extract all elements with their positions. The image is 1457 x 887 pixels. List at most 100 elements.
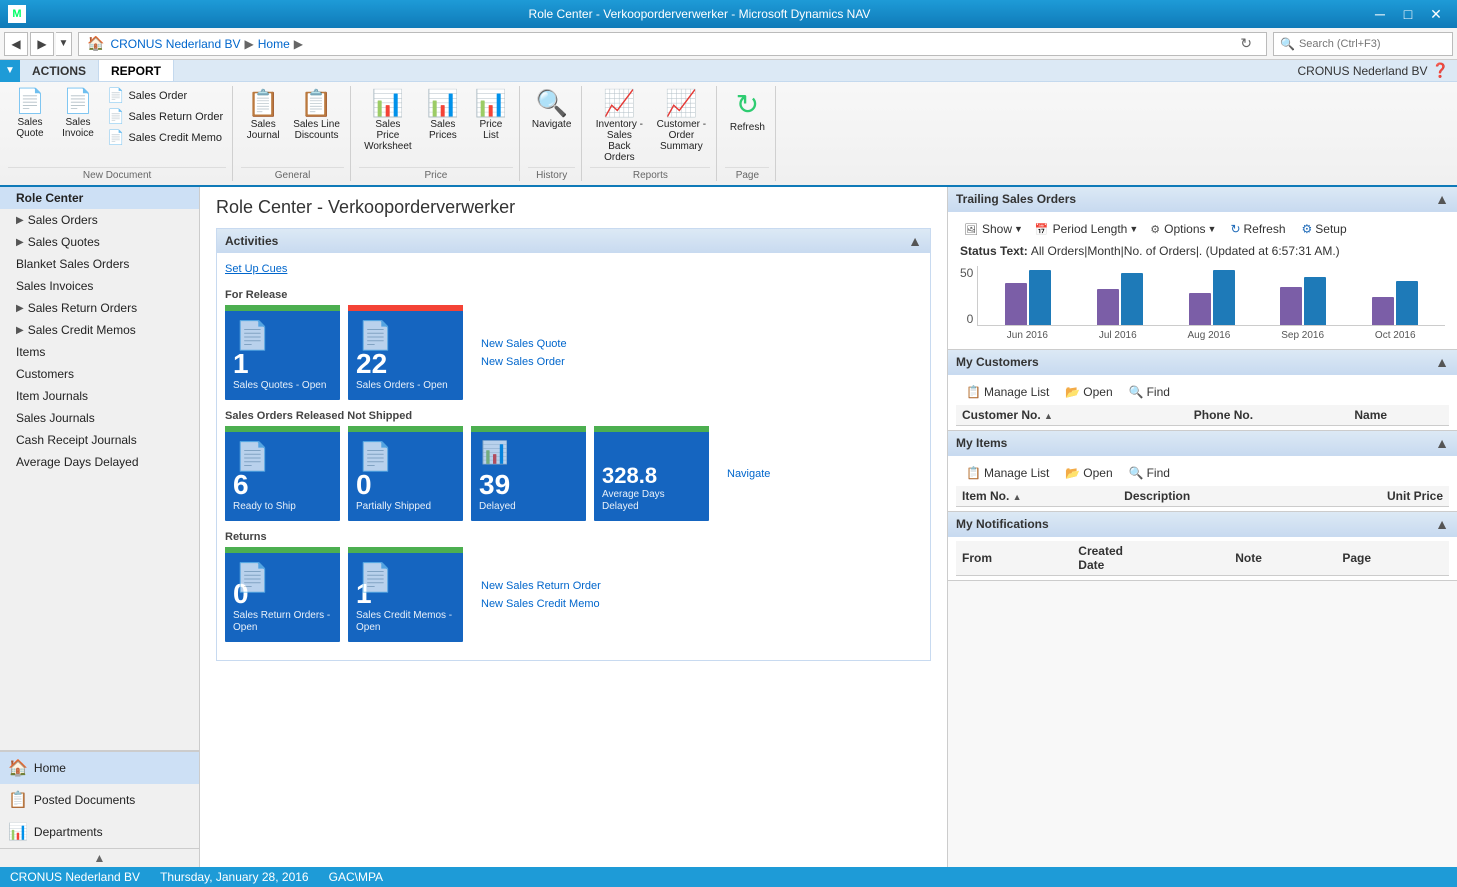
new-sales-order-link[interactable]: New Sales Order bbox=[481, 356, 567, 368]
sidebar-item-item-journals[interactable]: Item Journals bbox=[0, 385, 199, 407]
sidebar-item-customers[interactable]: Customers bbox=[0, 363, 199, 385]
ribbon-btn-sales-quote[interactable]: 📄 SalesQuote bbox=[8, 86, 52, 141]
address-crumb-home[interactable]: Home bbox=[258, 37, 290, 51]
sidebar-item-items[interactable]: Items bbox=[0, 341, 199, 363]
activities-section-header[interactable]: Activities ▲ bbox=[217, 229, 930, 253]
items-col-no[interactable]: Item No. ▲ bbox=[956, 486, 1118, 507]
main-layout: Role Center ▶Sales Orders ▶Sales Quotes … bbox=[0, 187, 1457, 867]
chart-label-jun: Jun 2016 bbox=[1007, 330, 1048, 341]
customers-manage-list-button[interactable]: 📋 Manage List bbox=[960, 383, 1055, 401]
sidebar-item-sales-orders[interactable]: ▶Sales Orders bbox=[0, 209, 199, 231]
customers-sort-no: ▲ bbox=[1044, 411, 1053, 421]
ribbon-btn-sales-invoice[interactable]: 📄 SalesInvoice bbox=[56, 86, 100, 141]
address-refresh-icon[interactable]: ↻ bbox=[1234, 35, 1258, 52]
items-open-button[interactable]: 📂 Open bbox=[1059, 464, 1118, 482]
sidebar-collapse-button[interactable]: ▲ bbox=[0, 849, 199, 867]
items-col-description[interactable]: Description bbox=[1118, 486, 1295, 507]
ribbon-btn-customer-order-summary[interactable]: 📈 Customer - Order Summary bbox=[652, 86, 710, 154]
ribbon-btn-sales-price-worksheet[interactable]: 📊 Sales PriceWorksheet bbox=[359, 86, 417, 154]
sidebar-item-sales-quotes[interactable]: ▶Sales Quotes bbox=[0, 231, 199, 253]
ribbon-btn-sales-journal[interactable]: 📋 SalesJournal bbox=[241, 86, 285, 143]
my-notifications-header[interactable]: My Notifications ▲ bbox=[948, 512, 1457, 537]
items-manage-list-button[interactable]: 📋 Manage List bbox=[960, 464, 1055, 482]
ribbon-btn-sales-line-discounts[interactable]: 📋 Sales LineDiscounts bbox=[289, 86, 344, 143]
setup-button[interactable]: ⚙ Setup bbox=[1296, 220, 1353, 238]
customers-col-no[interactable]: Customer No. ▲ bbox=[956, 405, 1188, 426]
setup-cues-link[interactable]: Set Up Cues bbox=[225, 263, 287, 275]
restore-button[interactable]: □ bbox=[1395, 4, 1421, 24]
cue-tile-average-days-delayed[interactable]: 328.8 Average Days Delayed bbox=[594, 426, 709, 521]
sidebar-item-average-days-delayed[interactable]: Average Days Delayed bbox=[0, 451, 199, 473]
new-sales-return-order-link[interactable]: New Sales Return Order bbox=[481, 580, 601, 592]
ribbon-btn-navigate[interactable]: 🔍 Navigate bbox=[528, 86, 575, 132]
items-find-button[interactable]: 🔍 Find bbox=[1123, 464, 1176, 482]
trailing-refresh-button[interactable]: ↻ Refresh bbox=[1224, 220, 1291, 238]
my-items-header[interactable]: My Items ▲ bbox=[948, 431, 1457, 456]
notif-col-note[interactable]: Note bbox=[1229, 541, 1336, 576]
expand-arrow-sales-orders: ▶ bbox=[16, 215, 24, 226]
notif-col-page[interactable]: Page bbox=[1336, 541, 1449, 576]
ribbon-tab-report[interactable]: REPORT bbox=[99, 60, 174, 81]
sidebar-footer-home[interactable]: 🏠 Home bbox=[0, 752, 199, 784]
minimize-button[interactable]: ─ bbox=[1367, 4, 1393, 24]
nav-dropdown-button[interactable]: ▼ bbox=[56, 32, 72, 56]
options-dropdown[interactable]: ⚙ Options ▼ bbox=[1146, 221, 1220, 237]
customers-col-phone[interactable]: Phone No. bbox=[1188, 405, 1349, 426]
navigate-link[interactable]: Navigate bbox=[727, 468, 770, 480]
sidebar-item-role-center[interactable]: Role Center bbox=[0, 187, 199, 209]
forward-button[interactable]: ▶ bbox=[30, 32, 54, 56]
cue-tile-ready-to-ship[interactable]: 📄 6 Ready to Ship bbox=[225, 426, 340, 521]
activities-collapse-icon[interactable]: ▲ bbox=[908, 233, 922, 249]
sidebar-item-sales-invoices[interactable]: Sales Invoices bbox=[0, 275, 199, 297]
sidebar-footer-posted-documents[interactable]: 📋 Posted Documents bbox=[0, 784, 199, 816]
sidebar-item-cash-receipt-journals[interactable]: Cash Receipt Journals bbox=[0, 429, 199, 451]
new-sales-quote-link[interactable]: New Sales Quote bbox=[481, 338, 567, 350]
customers-col-name[interactable]: Name bbox=[1348, 405, 1449, 426]
cue-tile-delayed[interactable]: 📊 39 Delayed bbox=[471, 426, 586, 521]
sidebar-item-sales-credit-memos[interactable]: ▶Sales Credit Memos bbox=[0, 319, 199, 341]
sidebar-item-blanket-sales-orders[interactable]: Blanket Sales Orders bbox=[0, 253, 199, 275]
customers-find-icon: 🔍 bbox=[1129, 385, 1144, 399]
customers-find-button[interactable]: 🔍 Find bbox=[1123, 383, 1176, 401]
period-length-dropdown[interactable]: 📅 Period Length ▼ bbox=[1031, 221, 1142, 237]
trailing-sales-orders-header[interactable]: Trailing Sales Orders ▲ bbox=[948, 187, 1457, 212]
cue-tile-sales-credit-memos-open[interactable]: 📄 1 Sales Credit Memos - Open bbox=[348, 547, 463, 642]
ribbon-btn-inventory-sales-back-orders[interactable]: 📈 Inventory - Sales Back Orders bbox=[590, 86, 648, 165]
cue-tile-sales-orders-open[interactable]: 📄 22 Sales Orders - Open bbox=[348, 305, 463, 400]
ribbon-tab-actions[interactable]: ACTIONS bbox=[20, 60, 99, 81]
cue-tile-sales-quotes-open[interactable]: 📄 1 Sales Quotes - Open bbox=[225, 305, 340, 400]
ribbon-group-price-label: Price bbox=[359, 167, 513, 181]
customers-open-button[interactable]: 📂 Open bbox=[1059, 383, 1118, 401]
items-col-unit-price[interactable]: Unit Price bbox=[1295, 486, 1449, 507]
help-icon[interactable]: ❓ bbox=[1432, 62, 1449, 79]
ribbon-btn-price-list[interactable]: 📊 PriceList bbox=[469, 86, 513, 143]
sidebar-item-sales-journals[interactable]: Sales Journals bbox=[0, 407, 199, 429]
my-customers-collapse[interactable]: ▲ bbox=[1435, 354, 1449, 370]
cue-tile-sales-return-orders-open[interactable]: 📄 0 Sales Return Orders - Open bbox=[225, 547, 340, 642]
ribbon-btn-sales-credit-memo[interactable]: 📄 Sales Credit Memo bbox=[104, 128, 226, 147]
ribbon-btn-sales-prices[interactable]: 📊 SalesPrices bbox=[421, 86, 465, 143]
my-customers-header[interactable]: My Customers ▲ bbox=[948, 350, 1457, 375]
sales-quote-icon: 📄 bbox=[15, 88, 45, 117]
back-button[interactable]: ◀ bbox=[4, 32, 28, 56]
sales-order-small-icon: 📄 bbox=[107, 87, 124, 104]
ribbon-btn-sales-order[interactable]: 📄 Sales Order bbox=[104, 86, 226, 105]
ribbon-btn-refresh[interactable]: ↻ Refresh bbox=[725, 86, 769, 135]
sidebar-footer-departments[interactable]: 📊 Departments bbox=[0, 816, 199, 848]
cue-tile-top-bar-3 bbox=[225, 426, 340, 432]
my-items-collapse[interactable]: ▲ bbox=[1435, 435, 1449, 451]
search-box[interactable]: 🔍 bbox=[1273, 32, 1453, 56]
trailing-sales-orders-collapse[interactable]: ▲ bbox=[1435, 191, 1449, 207]
my-notifications-collapse[interactable]: ▲ bbox=[1435, 516, 1449, 532]
close-button[interactable]: ✕ bbox=[1423, 4, 1449, 24]
ribbon-btn-sales-return-order[interactable]: 📄 Sales Return Order bbox=[104, 107, 226, 126]
address-crumb-company[interactable]: CRONUS Nederland BV bbox=[110, 37, 240, 51]
search-input[interactable] bbox=[1299, 38, 1439, 50]
sidebar-item-sales-return-orders[interactable]: ▶Sales Return Orders bbox=[0, 297, 199, 319]
ribbon-tab-dropdown[interactable]: ▼ bbox=[0, 60, 20, 82]
notif-col-date[interactable]: CreatedDate bbox=[1072, 541, 1229, 576]
new-sales-credit-memo-link[interactable]: New Sales Credit Memo bbox=[481, 598, 601, 610]
show-dropdown[interactable]: 🖼 Show ▼ bbox=[960, 221, 1027, 237]
cue-tile-partially-shipped[interactable]: 📄 0 Partially Shipped bbox=[348, 426, 463, 521]
notif-col-from[interactable]: From bbox=[956, 541, 1072, 576]
